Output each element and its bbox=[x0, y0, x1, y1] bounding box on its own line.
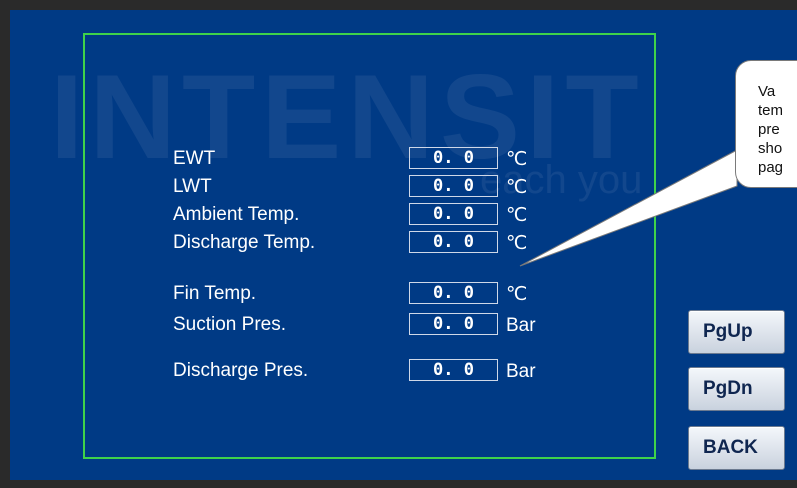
parameter-row-discharge-temp: Discharge Temp. 0. 0 ℃ bbox=[173, 230, 593, 256]
parameter-unit: Bar bbox=[506, 315, 536, 336]
parameter-row-ewt: EWT 0. 0 ℃ bbox=[173, 146, 593, 172]
callout-text: Va tem pre sho pag bbox=[758, 82, 797, 177]
callout-line: tem bbox=[758, 102, 784, 119]
parameter-unit: ℃ bbox=[506, 177, 528, 198]
parameter-value: 0. 0 bbox=[409, 203, 498, 225]
parameter-label: Suction Pres. bbox=[173, 314, 286, 335]
parameter-value: 0. 0 bbox=[409, 359, 498, 381]
parameter-value: 0. 0 bbox=[409, 282, 498, 304]
callout-line: Va bbox=[758, 83, 776, 100]
parameter-value: 0. 0 bbox=[409, 147, 498, 169]
parameter-row-lwt: LWT 0. 0 ℃ bbox=[173, 174, 593, 200]
page-down-button[interactable]: PgDn bbox=[688, 367, 785, 411]
parameter-unit: Bar bbox=[506, 361, 536, 382]
parameter-label: Discharge Temp. bbox=[173, 232, 316, 253]
parameter-row-suction-pres: Suction Pres. 0. 0 Bar bbox=[173, 312, 593, 338]
parameter-label: Ambient Temp. bbox=[173, 204, 300, 225]
parameter-label: EWT bbox=[173, 148, 216, 169]
parameter-value: 0. 0 bbox=[409, 313, 498, 335]
back-button[interactable]: BACK bbox=[688, 426, 785, 470]
parameter-unit: ℃ bbox=[506, 205, 528, 226]
callout-line: pre bbox=[758, 121, 780, 138]
parameter-label: Discharge Pres. bbox=[173, 360, 309, 381]
parameter-unit: ℃ bbox=[506, 233, 528, 254]
page-up-button[interactable]: PgUp bbox=[688, 310, 785, 354]
parameter-label: LWT bbox=[173, 176, 212, 197]
callout-box: Va tem pre sho pag bbox=[735, 60, 797, 188]
callout-line: pag bbox=[758, 159, 784, 176]
callout-line: sho bbox=[758, 140, 783, 157]
parameter-row-discharge-pres: Discharge Pres. 0. 0 Bar bbox=[173, 358, 593, 384]
parameter-value: 0. 0 bbox=[409, 231, 498, 253]
parameter-row-fin-temp: Fin Temp. 0. 0 ℃ bbox=[173, 281, 593, 307]
parameter-label: Fin Temp. bbox=[173, 283, 257, 304]
parameter-unit: ℃ bbox=[506, 149, 528, 170]
parameter-row-ambient-temp: Ambient Temp. 0. 0 ℃ bbox=[173, 202, 593, 228]
parameter-value: 0. 0 bbox=[409, 175, 498, 197]
parameter-unit: ℃ bbox=[506, 284, 528, 305]
